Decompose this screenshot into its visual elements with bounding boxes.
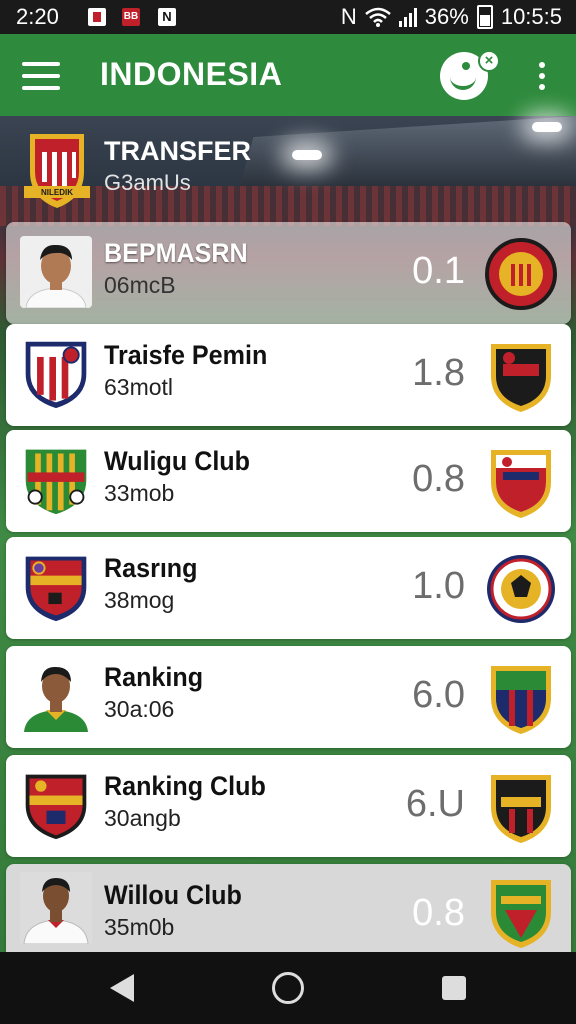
notification-icon: BB (122, 8, 140, 26)
list-item[interactable]: Ranking Club 30angb 6.U (6, 755, 571, 857)
header-title: TRANSFER (104, 136, 251, 166)
list-item-title: Rasrıng (104, 553, 198, 583)
list-item-value: 0.8 (412, 892, 465, 934)
list-item[interactable]: Traisfe Pemin 63motl 1.8 (6, 324, 571, 426)
list-item-value: 0.8 (412, 458, 465, 500)
list-item-value: 6.U (405, 783, 465, 825)
list-item[interactable]: Rasrıng 38mog 1.0 (6, 537, 571, 639)
club-crest-icon (25, 449, 87, 515)
list-item-subtitle: 38mog (104, 587, 175, 613)
close-icon[interactable]: × (478, 50, 500, 72)
list-item-value: 0.1 (412, 250, 465, 292)
list-item-title: Willou Club (104, 880, 242, 910)
header-subtitle: G3amUs (104, 170, 191, 195)
list-item-title: Ranking (104, 662, 204, 692)
list-item-subtitle: 63motl (104, 374, 174, 400)
system-nav-bar (0, 952, 576, 1024)
club-crest-icon (25, 556, 87, 622)
club-crest-icon (491, 344, 551, 412)
status-indicators: N 36% 10:5:5 (341, 4, 562, 30)
list-item-title: Wuligu Club (104, 446, 250, 476)
list-item-title: Ranking Club (104, 771, 266, 801)
more-vert-icon[interactable] (532, 62, 552, 92)
menu-icon[interactable] (22, 62, 60, 90)
status-bar: 2:20 BB N N 36% 10:5:5 (0, 0, 576, 34)
list-item-subtitle: 35m0b (104, 914, 175, 940)
home-icon[interactable] (272, 972, 304, 1004)
transfer-header: NILEDIK TRANSFER G3amUs (0, 116, 576, 222)
list-item-title: Traisfe Pemin (104, 340, 268, 370)
list-item-value: 1.8 (412, 352, 465, 394)
recent-apps-icon[interactable] (442, 976, 466, 1000)
list-item-subtitle: 30a:06 (104, 696, 175, 722)
list-item[interactable]: BEPMASRN 06mcB 0.1 (6, 222, 571, 324)
battery-percent: 36% (424, 4, 469, 29)
notification-icon (88, 8, 106, 26)
club-crest-icon (491, 450, 551, 518)
club-crest-icon (491, 666, 551, 734)
battery-icon (476, 5, 493, 29)
list-item-subtitle: 30angb (104, 805, 181, 831)
app-bar: INDONESIA × (0, 34, 576, 116)
list-item-subtitle: 33mob (104, 480, 175, 506)
list-item-title: BEPMASRN (104, 238, 248, 268)
list-item-value: 1.0 (412, 565, 465, 607)
club-crest-icon (485, 238, 557, 310)
list-item[interactable]: Ranking 30a:06 6.0 (6, 646, 571, 748)
club-crest-icon (487, 555, 555, 623)
club-crest-icon (491, 880, 551, 948)
player-avatar (20, 660, 92, 732)
nfc-icon: N (340, 4, 357, 29)
player-avatar (20, 236, 92, 308)
signal-icon (398, 7, 417, 27)
notification-icon: N (158, 8, 176, 26)
status-time: 2:20 (16, 4, 59, 29)
back-icon[interactable] (110, 974, 134, 1002)
club-crest-icon: NILEDIK (24, 134, 90, 208)
club-crest-icon (491, 775, 551, 843)
club-crest-icon (25, 341, 87, 409)
list-item-subtitle: 06mcB (104, 272, 176, 298)
list-item[interactable]: Wuligu Club 33mob 0.8 (6, 430, 571, 532)
player-avatar (20, 872, 92, 944)
app-title: INDONESIA (100, 56, 283, 92)
wifi-icon (364, 7, 391, 27)
list-item[interactable]: Willou Club 35m0b 0.8 (6, 864, 571, 954)
status-clock: 10:5:5 (500, 4, 562, 29)
club-crest-icon (25, 774, 87, 840)
list-item-value: 6.0 (412, 674, 465, 716)
crest-text: NILEDIK (41, 188, 73, 197)
